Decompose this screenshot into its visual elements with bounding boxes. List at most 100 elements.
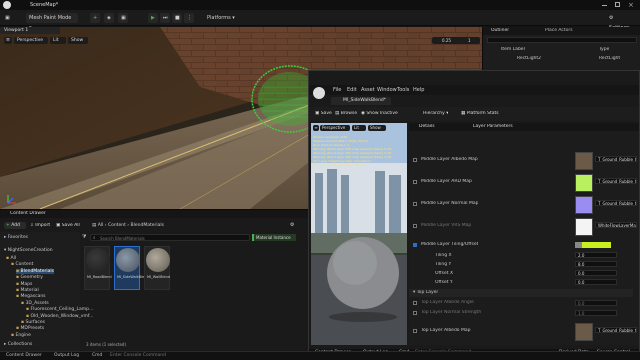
tiling-field[interactable]: 0.0 (575, 270, 617, 276)
project-section[interactable]: ▾ NightSceneCreation (4, 248, 53, 253)
tiling-field[interactable]: 0.0 (575, 279, 617, 285)
texture-thumbnail[interactable] (575, 174, 593, 192)
override-checkbox[interactable] (413, 158, 417, 162)
tiling-row[interactable]: Offset X 0.0 (409, 269, 633, 278)
asset-tile[interactable]: MI_WallBlend (144, 246, 170, 290)
preview-show-button[interactable]: Show (368, 125, 386, 131)
settings-button[interactable]: ⚙ (290, 222, 294, 228)
save-all-button[interactable]: ▣ Save All (56, 223, 80, 228)
stop-button[interactable]: ■ (172, 13, 182, 23)
menu-file[interactable]: File (333, 87, 341, 93)
override-checkbox[interactable] (413, 224, 417, 228)
menu-asset[interactable]: Asset (361, 87, 375, 93)
texture-field[interactable]: T_Ground_Rubble_tc2iibnab_2K_D (595, 156, 637, 162)
texture-thumbnail[interactable] (575, 218, 593, 236)
override-checkbox[interactable] (413, 243, 417, 247)
tiling-field[interactable]: 8.0 (575, 261, 617, 267)
camera-speed-value[interactable]: 1 (468, 37, 471, 44)
viewport-options-button[interactable]: ≡ (4, 37, 12, 44)
property-field[interactable]: 1.0 (575, 310, 617, 316)
breadcrumb-item[interactable]: BlendMaterials (131, 223, 164, 228)
folder-item[interactable]: ▪ 3D_Assets (21, 301, 49, 306)
collections-section[interactable]: ▸ Collections (4, 342, 32, 347)
property-row[interactable]: Middle Layer Tiling/Offset (409, 240, 633, 250)
texture-field[interactable]: T_Ground_Rubble_tc2iibnab_2K_N (595, 200, 637, 206)
filter-tag[interactable]: Material Instance (252, 234, 296, 241)
project-tab[interactable]: SceneMap* (30, 2, 58, 8)
folder-item[interactable]: ▪ Material (16, 288, 39, 293)
folder-item[interactable]: ▪ Surfaces (21, 320, 45, 325)
add-button[interactable]: + Add (4, 222, 26, 229)
tiling-row[interactable]: Offset Y 0.0 (409, 278, 633, 287)
menu-edit[interactable]: Edit (347, 87, 357, 93)
minimize-icon[interactable] (602, 5, 607, 6)
breadcrumb-item[interactable]: Content (108, 223, 126, 228)
property-row[interactable]: Top Layer Albedo Angle 0.0 (409, 299, 633, 308)
filters-button[interactable]: ⧩ (82, 234, 86, 240)
asset-tile[interactable]: MI_SideWalkBlend (114, 246, 149, 290)
property-row[interactable]: Middle Layer ARD Map T_Ground_Rubble_tc2… (409, 172, 637, 194)
preview-options-button[interactable]: ≡ (313, 125, 319, 131)
settings-button[interactable]: ⚙ Settings (606, 13, 638, 31)
perspective-button[interactable]: Perspective (14, 37, 48, 44)
tiling-field[interactable]: 2.0 (575, 252, 617, 258)
folder-item[interactable]: ▪ Engine (11, 333, 31, 338)
folder-item[interactable]: ▪ All (6, 256, 16, 261)
step-button[interactable]: ⏭ (160, 13, 170, 23)
texture-field[interactable]: T_Ground_Rubble_tiberedding (595, 327, 637, 333)
outliner-row[interactable]: RectLight2 RectLight (483, 55, 640, 62)
platform-stats-button[interactable]: ▦ Platform Stats (461, 111, 499, 116)
lit-button[interactable]: Lit (50, 37, 66, 44)
folder-item[interactable]: ▪ Maps (16, 282, 32, 287)
blueprint-button[interactable]: ◈ (104, 13, 114, 23)
menu-window[interactable]: Window (377, 87, 397, 93)
save-icon[interactable]: ▣ (2, 13, 14, 23)
tiling-row[interactable]: Tiling X 2.0 (409, 251, 633, 260)
folder-item[interactable]: ▪ Content (11, 262, 33, 267)
import-button[interactable]: ⇩ Import (30, 223, 50, 228)
tab-outliner[interactable]: Outliner (491, 28, 509, 33)
cmd-button[interactable]: Cmd (92, 353, 102, 358)
tab-place-actors[interactable]: Place Actors (545, 28, 573, 33)
property-row[interactable]: Middle Layer VRS Map WhiteFlowLayerMask (409, 216, 637, 238)
favorites-section[interactable]: ▸ Favorites (4, 235, 28, 240)
snap-controls[interactable]: 0.25 1 (432, 37, 480, 44)
property-field[interactable]: 0.0 (575, 300, 617, 306)
color-swatch[interactable] (575, 242, 611, 248)
folder-item[interactable]: ▪ Geometry (16, 275, 43, 280)
texture-field[interactable]: T_Ground_Rubble_tc2iibnab_2K_ARD (595, 178, 637, 184)
save-button[interactable]: ▣ Save (315, 111, 332, 116)
scale-snap-value[interactable]: 0.25 (442, 37, 451, 44)
maximize-icon[interactable] (615, 2, 620, 7)
override-checkbox[interactable] (413, 180, 417, 184)
override-checkbox[interactable] (413, 202, 417, 206)
show-inactive-button[interactable]: ◉ Show Inactive (361, 111, 398, 116)
top-layer-group[interactable]: ▾ Top Layer (409, 289, 633, 297)
menu-tools[interactable]: Tools (397, 87, 409, 93)
cinematics-button[interactable]: ▣ (118, 13, 128, 23)
texture-field[interactable]: WhiteFlowLayerMask (595, 222, 637, 228)
folder-item[interactable]: ▪ BlendMaterials (16, 268, 54, 274)
browse-button[interactable]: ▤ Browse (335, 111, 357, 116)
property-row[interactable]: Middle Layer Normal Map T_Ground_Rubble_… (409, 194, 637, 216)
column-item-label[interactable]: Item Label (501, 47, 525, 52)
tab-details[interactable]: Details (419, 124, 435, 129)
add-actor-button[interactable]: + (90, 13, 100, 23)
window-controls[interactable]: × (600, 1, 638, 9)
asset-tile[interactable]: MI_RoadBlend (84, 246, 112, 290)
property-row[interactable]: Top Layer Normal Strength 1.0 (409, 309, 633, 318)
show-button[interactable]: Show (68, 37, 88, 44)
play-button[interactable]: ▶ (148, 13, 158, 23)
asset-tab[interactable]: MI_SideWalkBlend* (331, 97, 391, 105)
content-drawer-tab[interactable]: Content Drawer (10, 211, 46, 216)
folder-item[interactable]: ▪ Fluorescent_Ceiling_Lamp... (26, 307, 93, 312)
outliner-search[interactable] (487, 37, 637, 43)
preview-perspective-button[interactable]: Perspective (320, 125, 350, 131)
menu-help[interactable]: Help (413, 87, 424, 93)
play-options-button[interactable]: ⋮ (184, 13, 194, 23)
folder-item[interactable]: ▪ Old_Wooden_Window_vmf... (26, 314, 93, 319)
asset-search-input[interactable]: ⌕ Search BlendMaterials (90, 234, 250, 241)
platforms-dropdown[interactable]: Platforms ▾ (204, 13, 242, 23)
output-log-button[interactable]: Output Log (54, 353, 79, 358)
override-checkbox[interactable] (413, 329, 417, 333)
